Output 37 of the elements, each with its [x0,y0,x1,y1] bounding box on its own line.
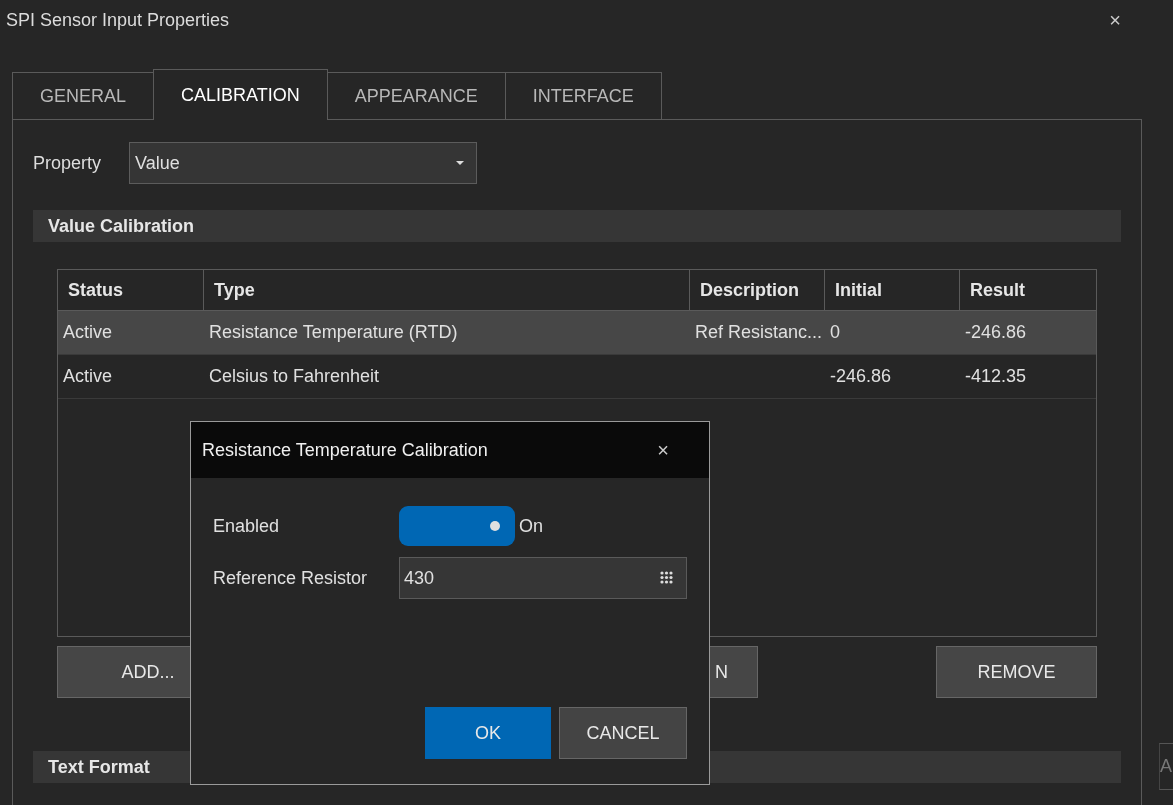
remove-button[interactable]: REMOVE [936,646,1097,698]
keypad-icon[interactable] [660,571,673,584]
table-cell-text: Celsius to Fahrenheit [208,365,381,388]
column-header: Type [204,270,690,310]
table-cell-text: Active [62,321,114,344]
column-header: Status [58,270,204,310]
field-label: Reference Resistor [213,567,369,589]
table-row[interactable]: Active Celsius to Fahrenheit -246.86 -412.35 [58,355,1096,399]
column-header: Description [690,270,825,310]
property-label: Property [33,152,102,174]
close-button[interactable]: × [657,438,669,462]
toggle-state-label: On [519,515,543,537]
ok-button[interactable]: OK [425,707,551,759]
field-label: Enabled [213,515,281,537]
close-button[interactable]: × [1109,8,1121,32]
table-cell-text: -246.86 [829,365,893,388]
window-title: SPI Sensor Input Properties [6,9,230,31]
table-cell-text: 0 [829,321,841,344]
tab-label: A [1159,743,1173,790]
table-cell-text: -412.35 [964,365,1028,388]
tab[interactable]: INTERFACE [504,72,662,119]
column-header: Initial [825,270,960,310]
caret-icon [456,161,465,165]
cancel-button[interactable]: CANCEL [559,707,687,759]
table-cell-text: Active [62,365,114,388]
toggle-switch[interactable] [399,506,515,546]
selected-row[interactable]: Active Resistance Temperature (RTD) Ref Resistanc... 0 -246.86 [58,311,1096,355]
dialog-title: Resistance Temperature Calibration [202,439,488,461]
number-field[interactable]: 430 [399,557,687,599]
table-cell-text: Ref Resistanc... [694,321,824,344]
tab[interactable]: CALIBRATION [153,69,328,120]
table-cell-text: Resistance Temperature (RTD) [208,321,459,344]
property-dropdown[interactable]: Value [129,142,478,184]
section-header: Value Calibration [33,210,1121,242]
tab[interactable]: GENERAL [12,72,155,119]
table-cell-text: -246.86 [964,321,1028,344]
column-header: Result [969,278,1026,302]
